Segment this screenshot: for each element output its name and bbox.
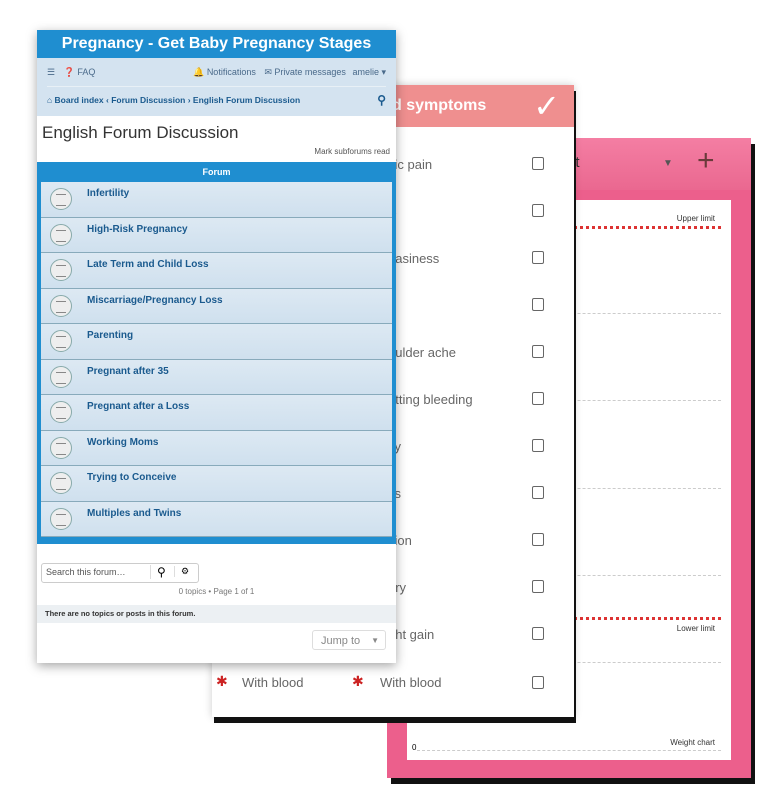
checkmark-icon[interactable]: ✓ — [533, 87, 560, 125]
forum-link[interactable]: Working Moms — [87, 437, 158, 448]
forum-icon — [50, 472, 72, 494]
forum-link[interactable]: Infertility — [87, 188, 129, 199]
forum-row[interactable]: Trying to Conceive — [41, 466, 392, 502]
forum-link[interactable]: Trying to Conceive — [87, 472, 176, 483]
with-blood-checkbox[interactable] — [532, 676, 544, 689]
menu-icon[interactable]: ☰ — [47, 67, 55, 77]
search-forum: Search this forum… ⚲ ⚙ — [41, 563, 199, 583]
forum-link[interactable]: Multiples and Twins — [87, 508, 181, 519]
search-input[interactable]: Search this forum… — [46, 567, 126, 577]
forum-link[interactable]: Pregnant after 35 — [87, 366, 169, 377]
symptom-checkbox[interactable] — [532, 204, 544, 217]
forum-row[interactable]: Pregnant after 35 — [41, 359, 392, 395]
forum-link[interactable]: High-Risk Pregnancy — [87, 224, 188, 235]
blood-drop-icon: ✱ — [216, 673, 228, 689]
no-topics-notice: There are no topics or posts in this for… — [37, 605, 396, 623]
symptom-checkbox[interactable] — [532, 157, 544, 170]
forum-list: Forum Infertility High-Risk Pregnancy Late… — [37, 162, 396, 544]
search-icon[interactable]: ⚲ — [377, 86, 386, 114]
axis-zero: 0 — [412, 743, 417, 752]
symptom-checkbox[interactable] — [532, 251, 544, 264]
breadcrumb-board-index[interactable]: Board index — [55, 95, 104, 105]
gear-icon[interactable]: ⚙ — [174, 566, 189, 577]
forum-icon — [50, 259, 72, 281]
faq-label: FAQ — [77, 67, 96, 77]
forum-row[interactable]: Multiples and Twins — [41, 501, 392, 537]
forum-icon — [50, 223, 72, 246]
with-blood-label: With blood — [380, 675, 442, 690]
forum-row[interactable]: Parenting — [41, 324, 392, 360]
notifications-label: Notifications — [206, 67, 256, 77]
forum-icon — [50, 330, 72, 352]
symptom-checkbox[interactable] — [532, 439, 544, 452]
symptom-checkbox[interactable] — [532, 392, 544, 405]
username: amelie — [352, 67, 379, 77]
symptom-checkbox[interactable] — [532, 486, 544, 499]
forum-screen: Pregnancy - Get Baby Pregnancy Stages ☰ … — [37, 30, 396, 663]
forum-row[interactable]: Miscarriage/Pregnancy Loss — [41, 288, 392, 324]
forum-icon — [50, 507, 72, 530]
forum-row[interactable]: Infertility — [41, 182, 392, 218]
add-icon[interactable]: + — [697, 144, 715, 178]
symptom-checkbox[interactable] — [532, 298, 544, 311]
nav-bar: ☰ ❓ FAQ 🔔 Notifications ✉ Private messag… — [37, 58, 396, 116]
mark-subforums-read-link[interactable]: Mark subforums read — [314, 147, 390, 156]
with-blood-label: With blood — [242, 675, 304, 690]
dropdown-icon[interactable]: ▼ — [663, 158, 673, 169]
symptom-checkbox[interactable] — [532, 627, 544, 640]
search-button[interactable]: ⚲ — [150, 565, 166, 579]
user-menu[interactable]: amelie ▾ — [352, 67, 386, 77]
forum-row[interactable]: Pregnant after a Loss — [41, 395, 392, 431]
app-title: Pregnancy - Get Baby Pregnancy Stages — [37, 30, 396, 58]
forum-icon — [50, 365, 72, 388]
pagination: 0 topics • Page 1 of 1 — [178, 587, 255, 596]
symptom-label: oulder ache — [388, 345, 456, 360]
forum-row[interactable]: Late Term and Child Loss — [41, 253, 392, 289]
private-messages-label: Private messages — [274, 67, 346, 77]
forum-header: Forum — [202, 167, 231, 177]
jump-to-button[interactable]: Jump to ▼ — [312, 630, 386, 650]
jump-to-label: Jump to — [321, 635, 361, 647]
breadcrumb-forum-discussion[interactable]: Forum Discussion — [111, 95, 185, 105]
forum-icon — [50, 401, 72, 423]
upper-limit-label: Upper limit — [676, 214, 715, 223]
home-icon: ⌂ — [47, 95, 53, 105]
forum-icon — [50, 436, 72, 459]
forum-icon — [50, 294, 72, 317]
forum-link[interactable]: Pregnant after a Loss — [87, 401, 189, 412]
forum-link[interactable]: Late Term and Child Loss — [87, 259, 209, 270]
symptoms-title: d symptoms — [392, 97, 487, 114]
lower-limit-label: Lower limit — [676, 624, 715, 633]
faq-link[interactable]: ❓ FAQ — [64, 67, 96, 77]
forum-icon — [50, 188, 72, 210]
blood-drop-icon: ✱ — [352, 673, 364, 689]
private-messages-link[interactable]: ✉ Private messages — [264, 67, 346, 77]
gridline — [417, 750, 721, 751]
symptom-checkbox[interactable] — [532, 580, 544, 593]
weight-chart-label: Weight chart — [670, 738, 715, 747]
forum-row[interactable]: High-Risk Pregnancy — [41, 217, 392, 253]
notifications-link[interactable]: 🔔 Notifications — [193, 67, 256, 77]
breadcrumb-english-forum[interactable]: English Forum Discussion — [193, 95, 300, 105]
forum-link[interactable]: Miscarriage/Pregnancy Loss — [87, 295, 223, 306]
forum-link[interactable]: Parenting — [87, 330, 133, 341]
forum-row[interactable]: Working Moms — [41, 430, 392, 466]
symptom-checkbox[interactable] — [532, 345, 544, 358]
symptom-checkbox[interactable] — [532, 533, 544, 546]
symptom-label: otting bleeding — [388, 392, 473, 407]
chevron-down-icon: ▼ — [371, 636, 379, 645]
page-title: English Forum Discussion — [42, 123, 239, 142]
